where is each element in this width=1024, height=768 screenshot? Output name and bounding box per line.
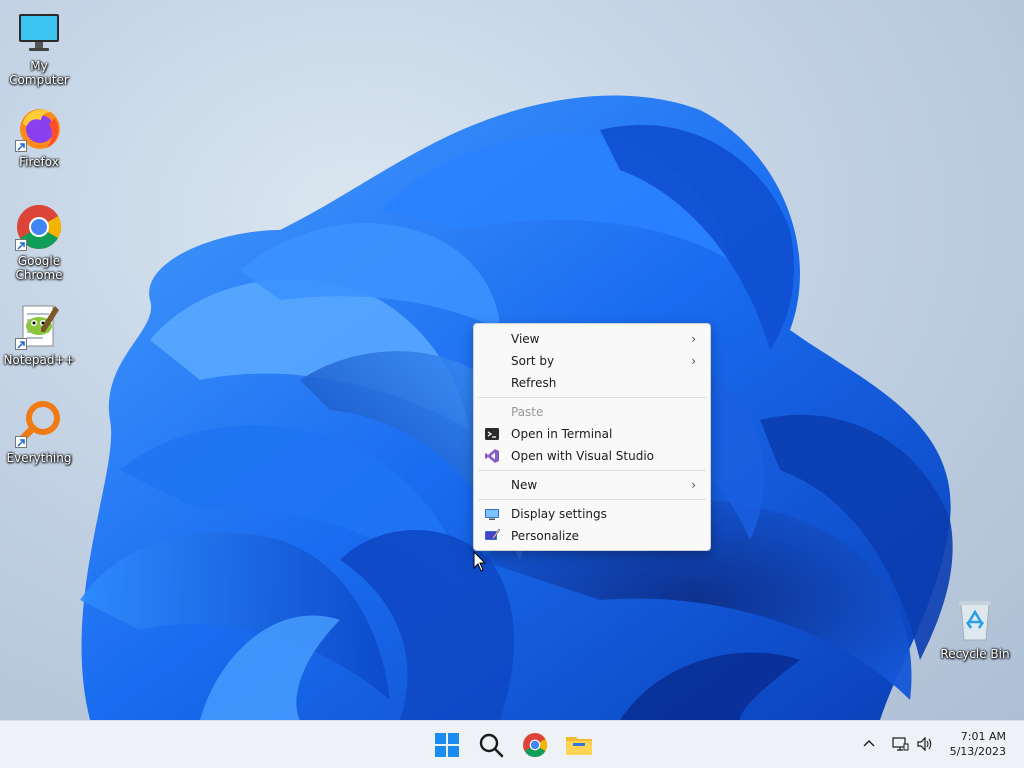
menu-item-personalize[interactable]: Personalize <box>478 525 706 547</box>
display-settings-icon <box>484 506 500 522</box>
menu-item-open-with-visual-studio[interactable]: Open with Visual Studio <box>478 445 706 467</box>
desktop-icon-everything[interactable]: Everything <box>0 400 78 465</box>
tray-show-hidden-button[interactable] <box>860 735 878 753</box>
chevron-right-icon: › <box>691 332 696 346</box>
menu-item-label: Paste <box>511 405 544 419</box>
menu-item-display-settings[interactable]: Display settings <box>478 503 706 525</box>
clock-date: 5/13/2023 <box>949 745 1006 758</box>
taskbar-search-button[interactable] <box>475 729 507 761</box>
chevron-right-icon: › <box>691 478 696 492</box>
personalize-icon <box>484 528 501 544</box>
menu-item-view[interactable]: View › <box>478 328 706 350</box>
menu-item-label: Refresh <box>511 376 557 390</box>
desktop-icon-firefox[interactable]: Firefox <box>0 104 78 169</box>
desktop-icon-label: Recycle Bin <box>940 647 1010 661</box>
desktop-icon-label: My Computer <box>9 59 69 87</box>
chrome-icon <box>15 203 63 251</box>
network-icon <box>892 737 909 751</box>
menu-item-label: Open with Visual Studio <box>511 449 654 463</box>
shortcut-arrow-icon <box>15 436 27 448</box>
menu-item-label: New <box>511 478 538 492</box>
visual-studio-icon <box>484 448 500 464</box>
menu-item-label: Open in Terminal <box>511 427 613 441</box>
menu-item-refresh[interactable]: Refresh <box>478 372 706 394</box>
taskbar-start-button[interactable] <box>431 729 463 761</box>
taskbar-file-explorer-button[interactable] <box>563 729 595 761</box>
menu-item-sort-by[interactable]: Sort by › <box>478 350 706 372</box>
desktop-context-menu: View › Sort by › Refresh Paste Open in T… <box>473 323 711 551</box>
firefox-icon <box>15 104 63 152</box>
menu-item-label: Display settings <box>511 507 607 521</box>
search-icon <box>479 733 504 758</box>
shortcut-arrow-icon <box>15 140 27 152</box>
menu-item-open-in-terminal[interactable]: Open in Terminal <box>478 423 706 445</box>
chevron-right-icon: › <box>691 354 696 368</box>
desktop-icon-label: Notepad++ <box>3 353 75 367</box>
taskbar-clock[interactable]: 7:01 AM 5/13/2023 <box>950 729 1006 759</box>
taskbar: 7:01 AM 5/13/2023 <box>0 720 1024 768</box>
tray-network-button[interactable] <box>891 735 909 753</box>
menu-separator <box>478 397 706 398</box>
mouse-cursor-icon <box>473 551 487 572</box>
taskbar-chrome-button[interactable] <box>519 729 551 761</box>
menu-item-paste: Paste <box>478 401 706 423</box>
menu-separator <box>478 499 706 500</box>
shortcut-arrow-icon <box>15 338 27 350</box>
menu-item-label: Sort by <box>511 354 555 368</box>
shortcut-arrow-icon <box>15 239 27 251</box>
menu-item-new[interactable]: New › <box>478 474 706 496</box>
desktop-icon-google-chrome[interactable]: Google Chrome <box>0 203 78 282</box>
desktop-icon-label: Google Chrome <box>15 254 63 282</box>
notepad-plus-plus-icon <box>15 302 63 350</box>
desktop-icon-notepad-plus-plus[interactable]: Notepad++ <box>0 302 78 367</box>
monitor-icon <box>15 8 63 56</box>
chrome-icon <box>523 733 548 758</box>
desktop-icon-my-computer[interactable]: My Computer <box>0 8 78 87</box>
desktop-icon-label: Everything <box>6 451 72 465</box>
terminal-icon <box>484 426 500 442</box>
clock-time: 7:01 AM <box>960 730 1006 743</box>
tray-volume-button[interactable] <box>916 735 934 753</box>
start-icon <box>435 733 459 757</box>
volume-icon <box>917 736 932 752</box>
file-explorer-icon <box>566 737 592 755</box>
menu-item-label: View <box>511 332 540 346</box>
menu-separator <box>478 470 706 471</box>
desktop-icon-recycle-bin[interactable]: Recycle Bin <box>936 596 1014 661</box>
chevron-up-icon <box>863 740 875 747</box>
everything-search-icon <box>15 400 63 448</box>
menu-item-label: Personalize <box>511 529 580 543</box>
recycle-bin-icon <box>951 596 999 644</box>
desktop-icon-label: Firefox <box>19 155 59 169</box>
